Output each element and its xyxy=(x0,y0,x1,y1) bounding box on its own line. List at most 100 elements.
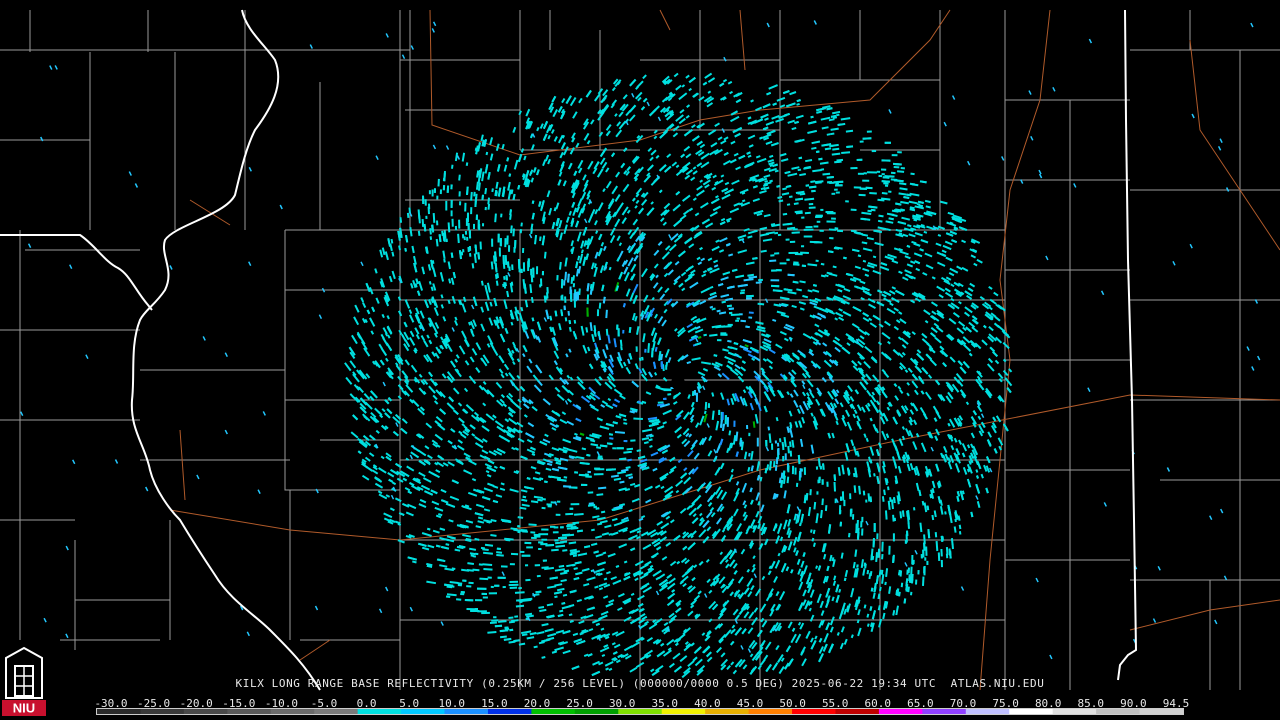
echo xyxy=(630,592,635,597)
echo xyxy=(842,310,852,317)
echo xyxy=(544,566,555,571)
echo xyxy=(942,362,948,368)
echo xyxy=(467,491,478,497)
echo xyxy=(682,411,690,420)
echo xyxy=(877,219,883,223)
echo xyxy=(951,383,960,393)
echo xyxy=(680,472,688,480)
echo xyxy=(819,161,829,165)
echo xyxy=(723,629,732,638)
echo xyxy=(500,482,505,486)
echo xyxy=(740,319,746,323)
echo xyxy=(735,274,745,279)
echo xyxy=(496,272,499,279)
echo xyxy=(861,406,866,413)
echo xyxy=(811,140,821,145)
echo xyxy=(703,410,707,415)
echo xyxy=(660,485,665,490)
echo xyxy=(536,169,540,176)
echo xyxy=(866,613,870,618)
echo xyxy=(772,102,777,106)
echo xyxy=(575,417,582,423)
echo xyxy=(914,297,921,303)
echo xyxy=(700,287,711,294)
echo xyxy=(604,635,610,640)
echo xyxy=(988,285,993,290)
echo xyxy=(976,461,982,470)
echo xyxy=(923,534,926,544)
echo xyxy=(576,456,585,460)
echo xyxy=(602,348,607,358)
echo xyxy=(678,282,684,288)
echo xyxy=(702,317,707,321)
echo xyxy=(673,72,679,78)
echo xyxy=(840,552,844,559)
echo xyxy=(368,434,376,441)
echo xyxy=(881,192,888,195)
echo xyxy=(809,391,815,399)
echo xyxy=(921,332,928,339)
echo xyxy=(547,134,551,140)
echo xyxy=(815,150,820,153)
echo xyxy=(970,443,974,449)
echo xyxy=(559,261,562,270)
echo xyxy=(439,527,446,531)
echo xyxy=(805,159,813,163)
echo xyxy=(742,500,747,506)
echo xyxy=(862,137,872,140)
echo xyxy=(470,191,473,201)
echo xyxy=(675,479,684,487)
echo xyxy=(876,476,880,484)
echo xyxy=(522,353,526,358)
echo xyxy=(417,209,421,220)
echo xyxy=(879,586,882,592)
echo xyxy=(650,451,659,457)
echo xyxy=(846,421,853,431)
echo xyxy=(788,410,793,417)
echo xyxy=(918,204,924,208)
echo xyxy=(561,411,567,416)
echo xyxy=(923,502,928,513)
echo xyxy=(429,228,432,235)
echo xyxy=(597,247,603,257)
echo xyxy=(386,315,390,320)
echo xyxy=(593,329,597,337)
echo xyxy=(432,394,438,401)
echo xyxy=(701,273,707,278)
echo xyxy=(574,561,582,565)
echo xyxy=(699,415,705,426)
echo xyxy=(945,276,952,281)
echo xyxy=(557,106,563,113)
echo xyxy=(593,550,599,554)
echo xyxy=(395,462,402,469)
echo xyxy=(912,404,918,411)
echo xyxy=(867,467,871,473)
echo xyxy=(653,129,658,134)
echo xyxy=(806,379,814,388)
echo xyxy=(730,397,735,405)
echo xyxy=(615,129,623,138)
echo xyxy=(378,493,388,500)
echo xyxy=(769,611,774,617)
echo xyxy=(757,515,763,524)
echo xyxy=(850,634,854,639)
echo xyxy=(988,306,993,311)
echo xyxy=(576,231,582,242)
echo xyxy=(740,289,746,292)
echo xyxy=(629,407,638,412)
echo xyxy=(780,562,787,573)
echo xyxy=(421,546,430,551)
echo xyxy=(618,503,625,507)
echo xyxy=(729,207,740,214)
echo xyxy=(931,276,936,280)
echo xyxy=(693,564,698,569)
echo xyxy=(596,168,604,178)
echo xyxy=(421,219,425,226)
echo xyxy=(409,330,415,338)
echo xyxy=(569,548,577,552)
echo xyxy=(861,241,868,245)
echo xyxy=(445,595,451,598)
echo xyxy=(687,326,697,333)
echo xyxy=(415,278,419,285)
echo xyxy=(794,633,802,644)
